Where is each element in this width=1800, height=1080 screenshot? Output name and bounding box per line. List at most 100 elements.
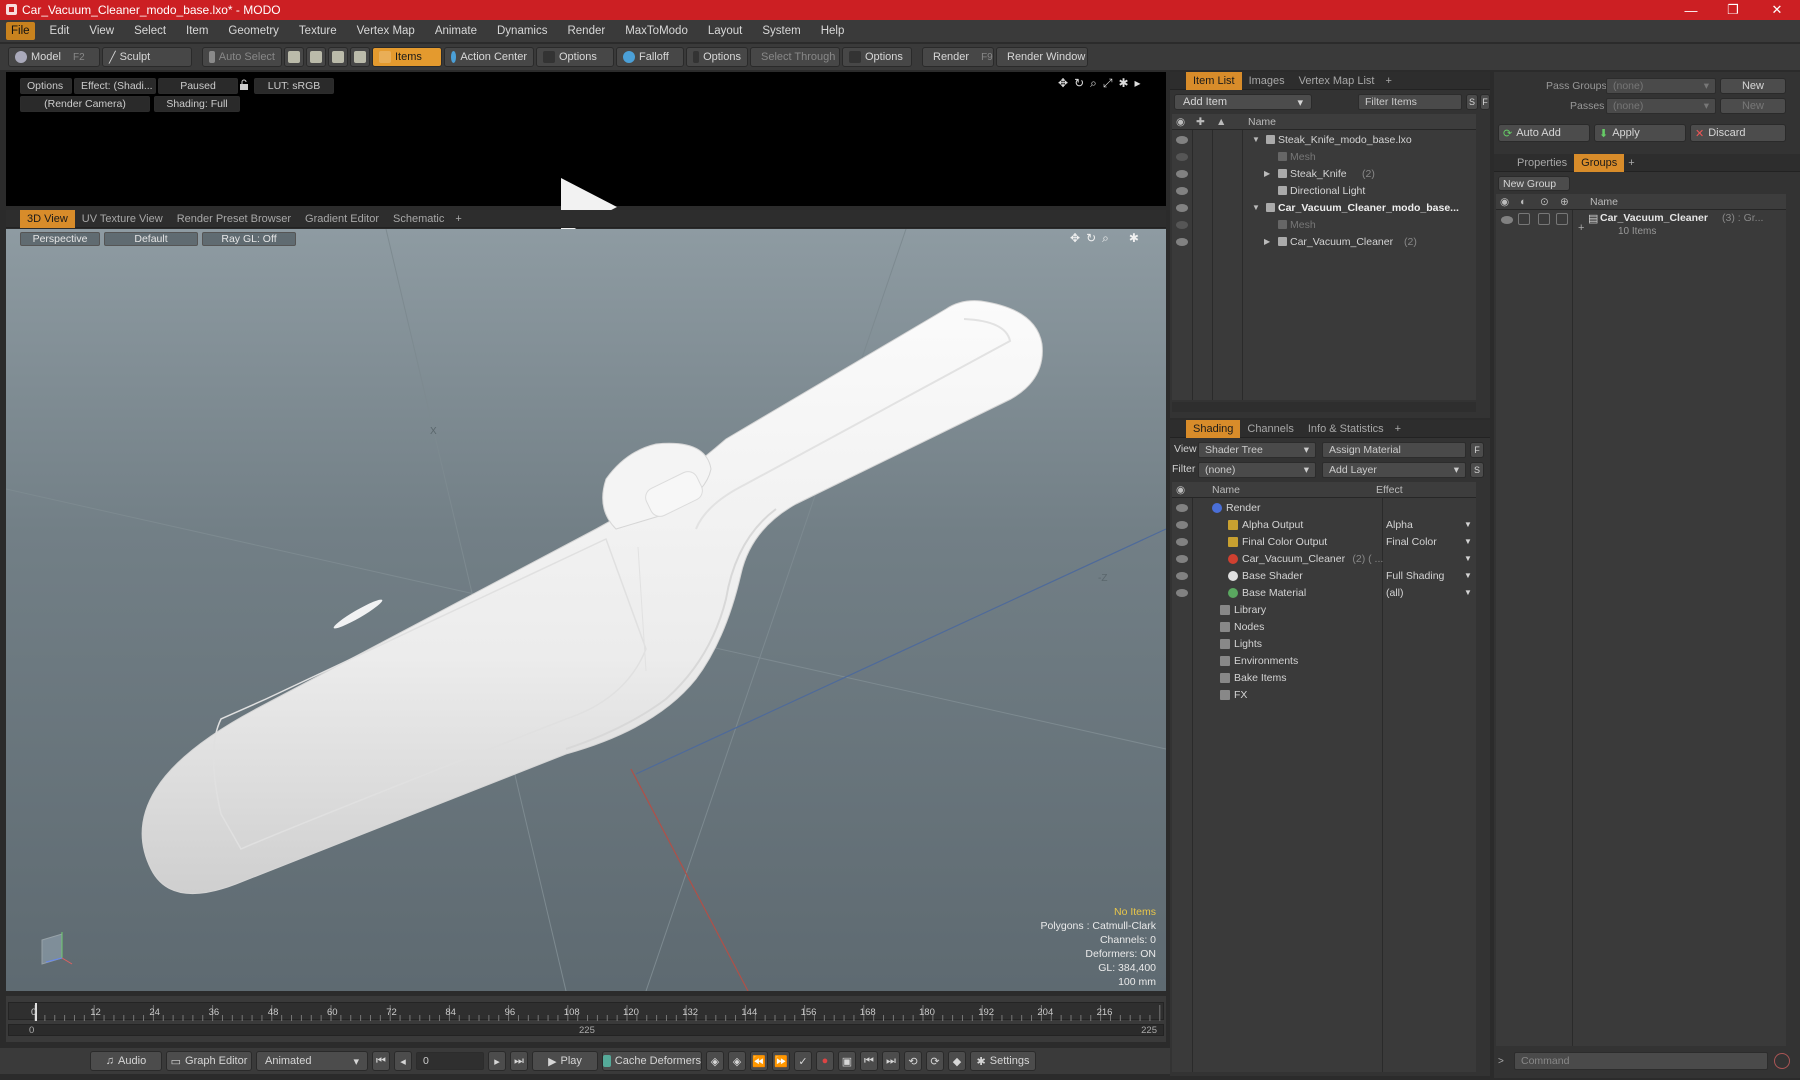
pass-groups-dropdown[interactable]: (none) ▾	[1606, 78, 1716, 94]
visibility-eye-icon[interactable]	[1176, 538, 1188, 546]
shader-row[interactable]: Final Color Output Final Color ▼	[1172, 534, 1476, 549]
visibility-eye-icon[interactable]	[1176, 136, 1188, 144]
action-center-options-button[interactable]: Options	[536, 47, 614, 67]
tab-properties[interactable]: Properties	[1510, 154, 1574, 172]
sync-icon[interactable]: ⟳	[926, 1051, 944, 1071]
shader-effect[interactable]: Full Shading	[1386, 570, 1444, 582]
item-row[interactable]: Directional Light	[1172, 183, 1476, 198]
item-row[interactable]: ▼ Steak_Knife_modo_base.lxo	[1172, 132, 1476, 147]
add-item-dropdown[interactable]: Add Item ▾	[1174, 94, 1312, 110]
chevron-down-icon[interactable]: ▼	[1464, 537, 1472, 546]
preview-paused-button[interactable]: Paused	[158, 78, 238, 94]
filter-items-input[interactable]: Filter Items	[1358, 94, 1462, 110]
prev-frame-icon[interactable]: ⏪	[750, 1051, 768, 1071]
chevron-right-icon[interactable]: ▶	[1264, 169, 1270, 178]
loop-icon[interactable]: ⟲	[904, 1051, 922, 1071]
select-polygons-button[interactable]	[328, 47, 348, 67]
close-button[interactable]: ✕	[1754, 0, 1800, 20]
expand-icon[interactable]: +	[1578, 222, 1584, 234]
shading-style-dropdown[interactable]: Default	[104, 232, 198, 246]
visibility-eye-icon[interactable]	[1176, 204, 1188, 212]
render-window-button[interactable]: Render Window	[996, 47, 1088, 67]
vacuum-model[interactable]	[6, 229, 1166, 991]
next-key-icon[interactable]: ▸	[488, 1051, 506, 1071]
auto-add-button[interactable]: ⟳ Auto Add	[1498, 124, 1590, 142]
group-name[interactable]: Car_Vacuum_Cleaner	[1600, 212, 1708, 224]
chevron-down-icon[interactable]: ▼	[1464, 571, 1472, 580]
menu-view[interactable]: View	[79, 22, 124, 40]
visibility-eye-icon[interactable]	[1176, 555, 1188, 563]
command-history-icon[interactable]	[1774, 1053, 1790, 1069]
item-row[interactable]: Mesh	[1172, 149, 1476, 164]
shader-row[interactable]: FX	[1172, 687, 1476, 702]
menu-texture[interactable]: Texture	[289, 22, 347, 40]
animated-dropdown[interactable]: Animated ▾	[256, 1051, 368, 1071]
settings-button[interactable]: ✱ Settings	[970, 1051, 1036, 1071]
select-through-options-button[interactable]: Options	[842, 47, 912, 67]
auto-select-button[interactable]: Auto Select	[202, 47, 282, 67]
tab-images[interactable]: Images	[1242, 72, 1292, 90]
menu-help[interactable]: Help	[811, 22, 855, 40]
snap-icon[interactable]: ◆	[948, 1051, 966, 1071]
visibility-eye-icon[interactable]	[1176, 521, 1188, 529]
shader-row[interactable]: Base Shader Full Shading ▼	[1172, 568, 1476, 583]
camera-dropdown[interactable]: (Render Camera)	[20, 96, 150, 112]
shading-f-button[interactable]: F	[1470, 442, 1484, 458]
maximize-button[interactable]: ❐	[1710, 0, 1756, 20]
group-visibility-icon[interactable]	[1501, 216, 1513, 224]
group-render-toggle[interactable]	[1518, 213, 1530, 225]
new-pass-group-button[interactable]: New	[1720, 78, 1786, 94]
gear-icon[interactable]: ✱	[1118, 76, 1128, 90]
graph-editor-button[interactable]: ▭ Graph Editor	[166, 1051, 252, 1071]
tab-channels[interactable]: Channels	[1240, 420, 1300, 438]
timeline[interactable]: 0 12 24 36 48 60 72 84 96 108 120 132 144 156 168 180 19…	[6, 996, 1166, 1042]
tab-render-preset-browser[interactable]: Render Preset Browser	[170, 210, 298, 228]
add-tab-button[interactable]: +	[1391, 420, 1405, 438]
move-icon[interactable]: ✥	[1070, 231, 1080, 246]
shader-tree[interactable]: Render Alpha Output Alpha ▼ Final Color Outp…	[1172, 498, 1476, 1072]
menu-edit[interactable]: Edit	[40, 22, 80, 40]
visibility-eye-icon[interactable]	[1176, 589, 1188, 597]
go-end-icon[interactable]: ⏭	[510, 1051, 528, 1071]
shader-row[interactable]: Bake Items	[1172, 670, 1476, 685]
shader-row[interactable]: Base Material (all) ▼	[1172, 585, 1476, 600]
gear-icon[interactable]: ✱	[1129, 231, 1139, 246]
3d-viewport[interactable]: X -Z Perspective Default Ray GL: Off ✥ ↻…	[6, 229, 1166, 991]
assign-material-button[interactable]: Assign Material	[1322, 442, 1466, 458]
filter-dropdown[interactable]: (none) ▾	[1198, 462, 1316, 478]
tab-3d-view[interactable]: 3D View	[20, 209, 75, 228]
visibility-eye-icon[interactable]	[1176, 170, 1188, 178]
menu-maxtomodo[interactable]: MaxToModo	[615, 22, 698, 40]
next-frame-icon[interactable]: ⏩	[772, 1051, 790, 1071]
discard-button[interactable]: ✕ Discard	[1690, 124, 1786, 142]
frame-input[interactable]: 0	[416, 1052, 484, 1070]
lock-icon[interactable]	[238, 79, 250, 91]
shader-effect[interactable]: Final Color	[1386, 536, 1437, 548]
tab-shading[interactable]: Shading	[1186, 419, 1241, 438]
maximize-icon[interactable]: ⤢	[1103, 76, 1113, 90]
groups-tree[interactable]: + ▤ Car_Vacuum_Cleaner (3) : Gr... 10 It…	[1496, 210, 1786, 1046]
item-row[interactable]: Mesh	[1172, 217, 1476, 232]
action-center-button[interactable]: Action Center	[444, 47, 534, 67]
chevron-right-icon[interactable]: ▶	[1264, 237, 1270, 246]
select-edges-button[interactable]	[306, 47, 326, 67]
minimize-button[interactable]: —	[1668, 0, 1714, 20]
menu-file[interactable]: File	[6, 22, 35, 40]
shader-row[interactable]: Lights	[1172, 636, 1476, 651]
cache-deformers-button[interactable]: Cache Deformers	[602, 1051, 702, 1071]
item-row[interactable]: ▼ Car_Vacuum_Cleaner_modo_base...	[1172, 200, 1476, 215]
item-list-s-button[interactable]: S	[1466, 94, 1478, 110]
visibility-eye-icon[interactable]	[1176, 572, 1188, 580]
visibility-eye-icon[interactable]	[1176, 238, 1188, 246]
add-tab-button[interactable]: +	[451, 210, 465, 228]
preview-effect-dropdown[interactable]: Effect: (Shadi...	[74, 78, 156, 94]
audio-button[interactable]: ♫ Audio	[90, 1051, 162, 1071]
shader-row[interactable]: Environments	[1172, 653, 1476, 668]
visibility-eye-icon[interactable]	[1176, 187, 1188, 195]
item-list-scrollbar[interactable]	[1172, 402, 1476, 412]
shader-row[interactable]: Alpha Output Alpha ▼	[1172, 517, 1476, 532]
menu-dynamics[interactable]: Dynamics	[487, 22, 557, 40]
item-tree[interactable]: ▼ Steak_Knife_modo_base.lxo Mesh ▶ Steak_Kni…	[1172, 130, 1476, 400]
item-row[interactable]: ▶ Car_Vacuum_Cleaner (2)	[1172, 234, 1476, 249]
zoom-icon[interactable]: ⌕	[1102, 231, 1109, 246]
